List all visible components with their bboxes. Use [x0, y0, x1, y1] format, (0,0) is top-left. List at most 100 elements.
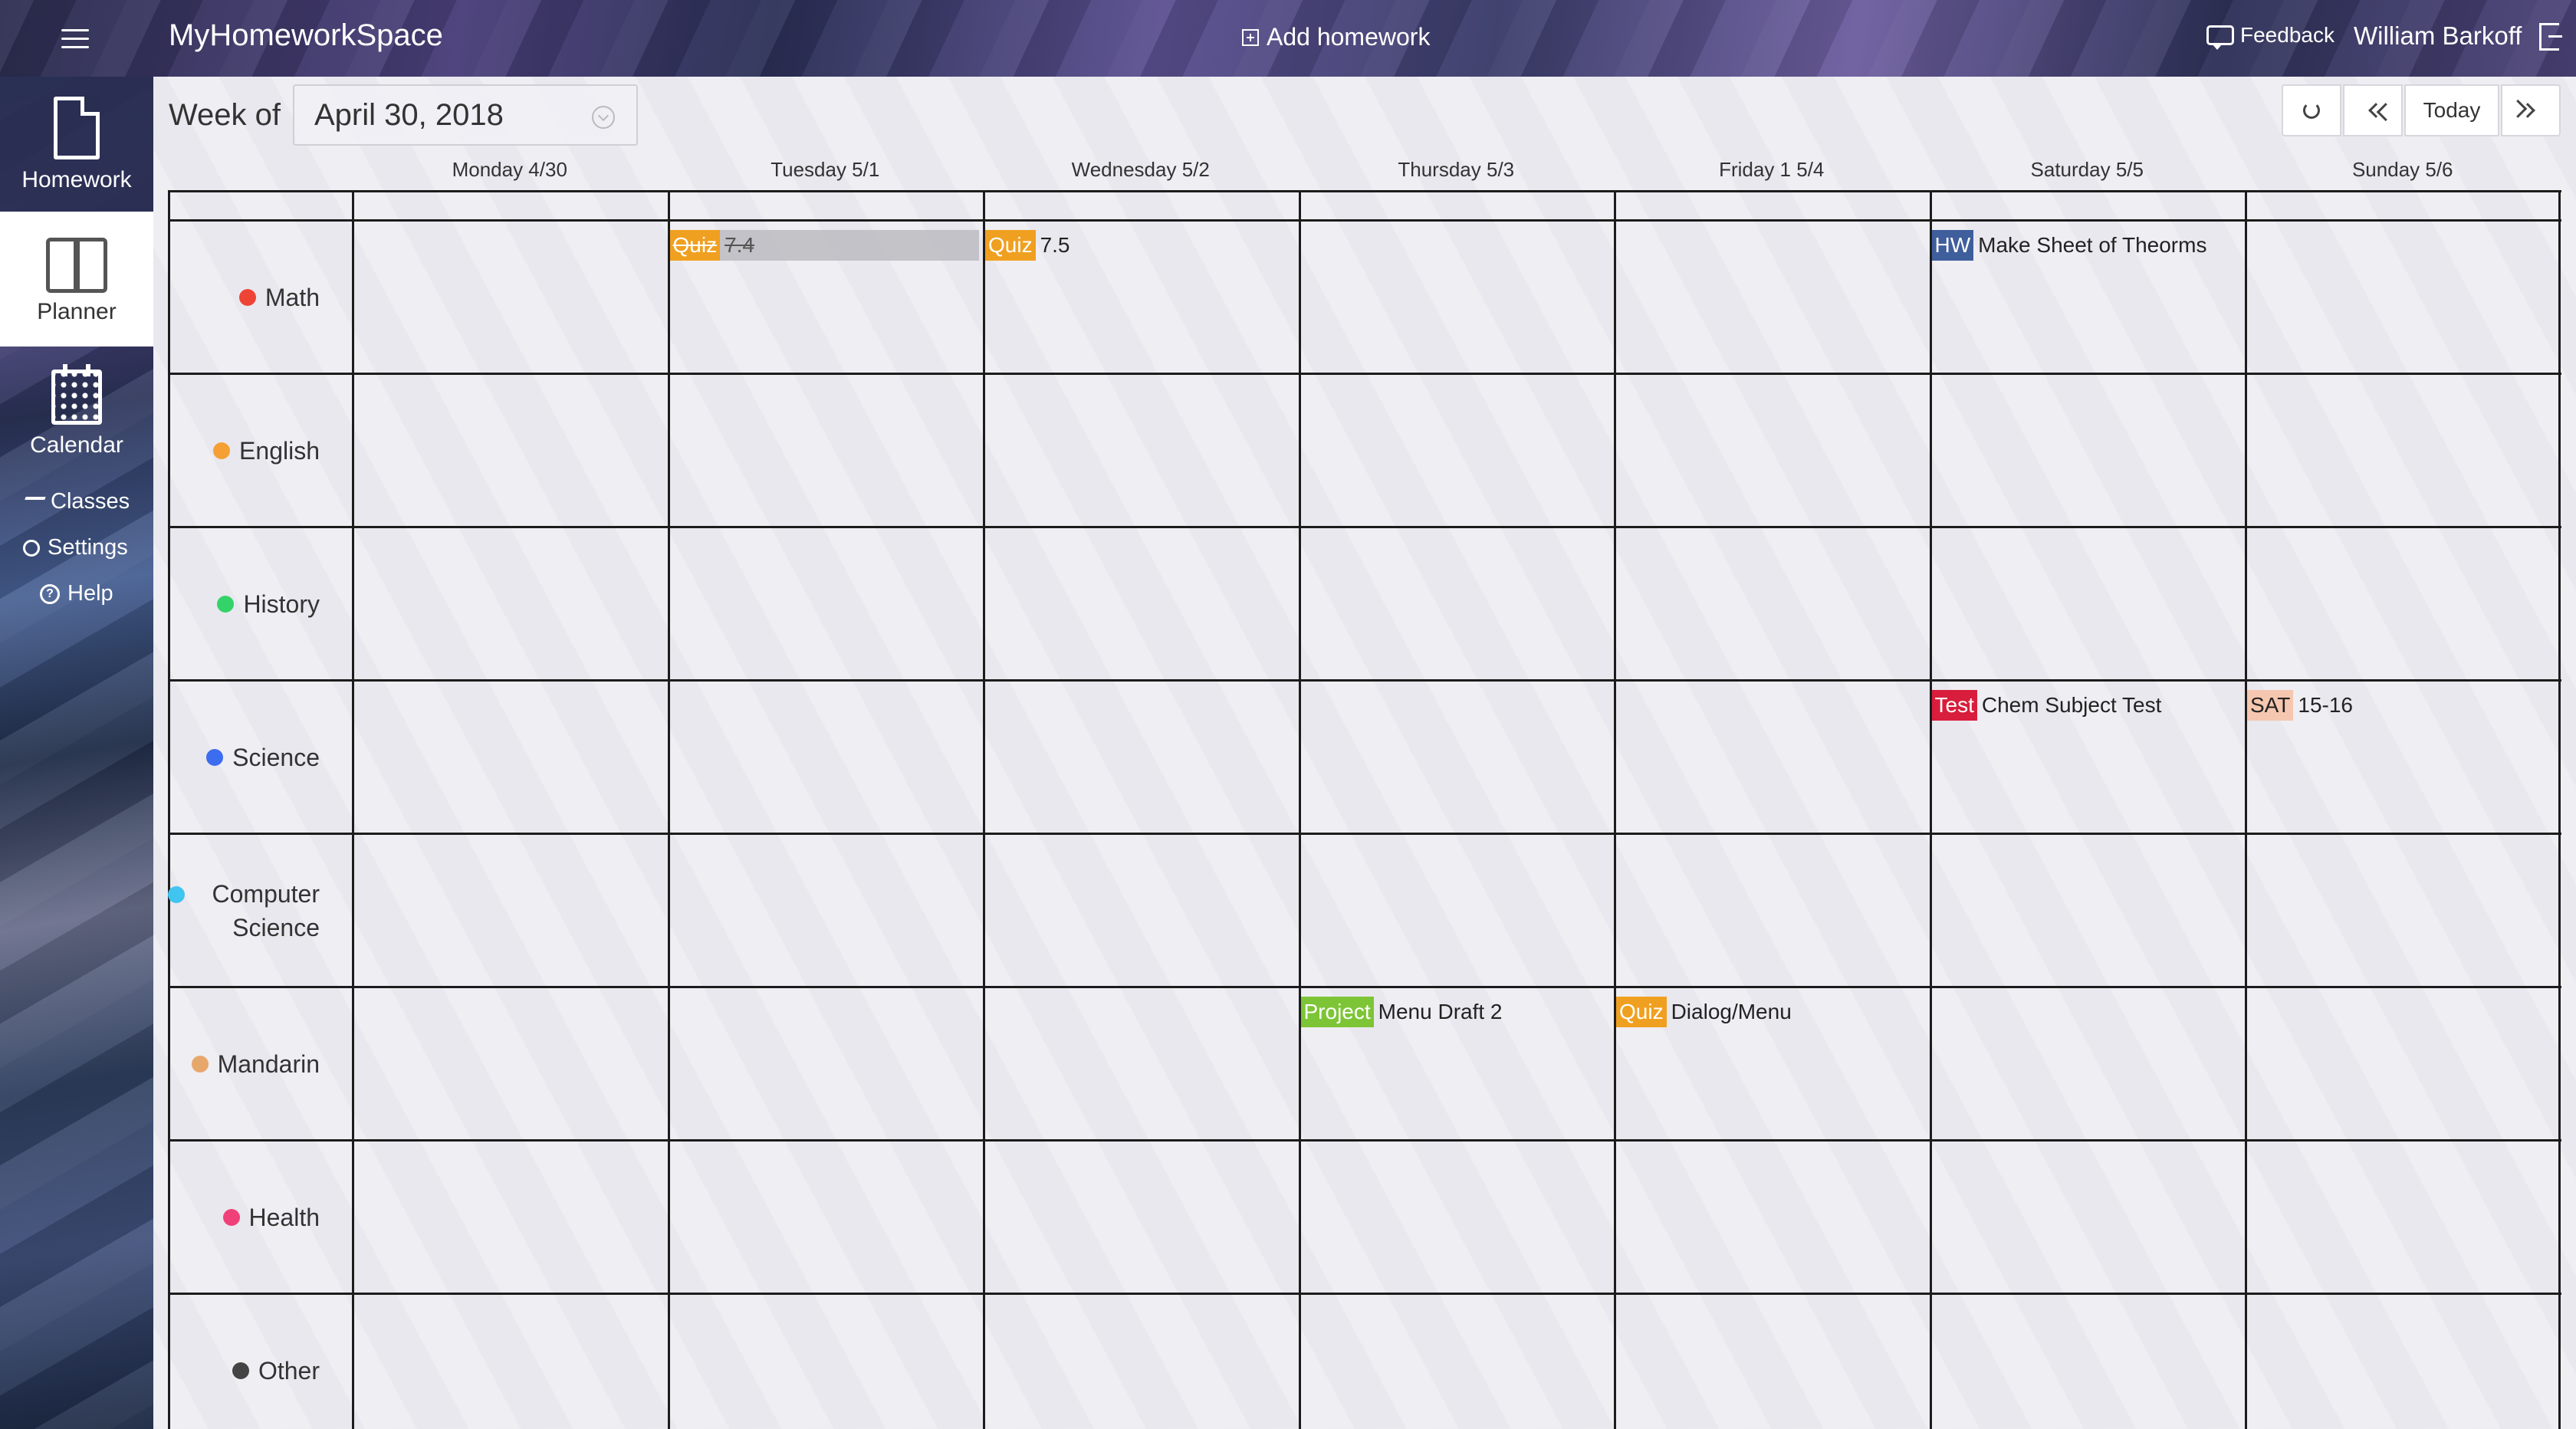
homework-item[interactable]: Project Menu Draft 2: [1300, 997, 1611, 1027]
book-icon: [46, 238, 107, 293]
plus-square-icon: [1242, 28, 1259, 46]
class-color-dot: [213, 442, 231, 459]
class-row-label: English: [168, 374, 337, 527]
homework-type-badge: HW: [1931, 230, 1974, 261]
class-name: History: [243, 590, 320, 618]
sidebar: Homework Planner Calendar Classes Settin…: [0, 77, 153, 1429]
class-name: Other: [258, 1357, 320, 1385]
homework-title: Chem Subject Test: [1981, 693, 2162, 717]
previous-week-button[interactable]: [2343, 84, 2403, 136]
homework-type-badge: Project: [1300, 997, 1374, 1027]
sidebar-item-label: Homework: [21, 167, 132, 192]
week-select[interactable]: April 30, 2018: [293, 84, 638, 146]
homework-item[interactable]: HW Make Sheet of Theorms: [1931, 230, 2242, 261]
today-button[interactable]: Today: [2404, 84, 2499, 136]
day-header: Thursday 5/3: [1398, 158, 1515, 181]
feedback-button[interactable]: Feedback: [2206, 23, 2334, 50]
class-row-label: Computer Science: [168, 834, 337, 987]
day-header: Saturday 5/5: [2030, 158, 2144, 181]
sidebar-item-label: Classes: [51, 489, 130, 514]
document-icon: [54, 97, 100, 159]
grid-line: [168, 986, 2561, 988]
class-name: Computer Science: [212, 880, 320, 941]
class-row-label: Mandarin: [168, 987, 337, 1141]
sidebar-item-calendar[interactable]: Calendar: [0, 347, 153, 481]
sidebar-item-homework[interactable]: Homework: [0, 77, 153, 212]
homework-title: Dialog/Menu: [1671, 1000, 1792, 1023]
class-row-label: Science: [168, 681, 337, 834]
class-name: Science: [232, 744, 320, 771]
class-row-label: Other: [168, 1294, 337, 1429]
logout-icon[interactable]: [2539, 23, 2562, 51]
double-chevron-left-icon: [2368, 103, 2384, 118]
homework-title: Make Sheet of Theorms: [1978, 233, 2207, 257]
gear-icon: [23, 539, 40, 557]
grid-line: [168, 1293, 2561, 1295]
day-header: Wednesday 5/2: [1071, 158, 1210, 181]
homework-type-badge: Quiz: [669, 230, 721, 261]
class-color-dot: [206, 749, 224, 766]
next-week-button[interactable]: [2501, 84, 2561, 136]
homework-title: Menu Draft 2: [1378, 1000, 1503, 1023]
class-color-dot: [232, 1362, 249, 1379]
sidebar-item-label: Planner: [37, 299, 117, 324]
homework-type-badge: SAT: [2247, 690, 2294, 721]
grid-line: [168, 833, 2561, 835]
week-select-value: April 30, 2018: [314, 97, 504, 132]
refresh-button[interactable]: [2282, 84, 2341, 136]
class-color-dot: [217, 596, 235, 613]
day-header: Tuesday 5/1: [770, 158, 880, 181]
class-row-label: Math: [168, 221, 337, 374]
homework-item[interactable]: Test Chem Subject Test: [1931, 690, 2242, 721]
grid-line: [168, 190, 2561, 192]
grid-line: [168, 526, 2561, 528]
homework-title: 15-16: [2298, 693, 2354, 717]
help-circle-icon: ?: [40, 583, 60, 604]
homework-title: 7.5: [1040, 233, 1070, 257]
class-color-dot: [191, 1056, 209, 1073]
class-color-dot: [222, 1209, 240, 1226]
hamburger-menu-icon[interactable]: [60, 23, 90, 54]
class-color-dot: [168, 886, 185, 903]
grid-line: [2245, 190, 2247, 1429]
grid-line: [667, 190, 670, 1429]
grid-line: [2558, 190, 2561, 1429]
grid-line: [983, 190, 985, 1429]
class-name: English: [239, 437, 320, 465]
grid-line: [1929, 190, 1932, 1429]
graduation-cap-icon: [20, 496, 46, 512]
grid-line: [168, 373, 2561, 375]
homework-item[interactable]: SAT 15-16: [2247, 690, 2557, 721]
calendar-grid: Monday 4/30 Tuesday 5/1 Wednesday 5/2 Thurs…: [168, 153, 2561, 1429]
grid-line: [168, 1139, 2561, 1142]
homework-item[interactable]: Quiz 7.5: [985, 230, 1295, 261]
top-bar: MyHomeworkSpace Add homework Feedback Wi…: [0, 0, 2576, 77]
app-title[interactable]: MyHomeworkSpace: [169, 18, 443, 53]
day-header: Friday 1 5/4: [1719, 158, 1825, 181]
user-name[interactable]: William Barkoff: [2354, 21, 2522, 51]
grid-line: [168, 219, 2561, 222]
sidebar-item-classes[interactable]: Classes: [20, 489, 130, 514]
grid-line: [352, 190, 354, 1429]
grid-line: [1614, 190, 1616, 1429]
homework-type-badge: Test: [1931, 690, 1977, 721]
day-header: Monday 4/30: [452, 158, 567, 181]
add-homework-button[interactable]: Add homework: [1242, 23, 1430, 51]
sidebar-item-settings[interactable]: Settings: [23, 535, 128, 560]
homework-type-badge: Quiz: [985, 230, 1036, 261]
sidebar-item-help[interactable]: ? Help: [40, 581, 113, 606]
calendar-icon: [51, 364, 102, 425]
class-name: Mandarin: [217, 1050, 320, 1078]
sidebar-item-label: Settings: [48, 535, 128, 560]
week-of-label: Week of: [169, 98, 281, 132]
sidebar-item-label: Help: [67, 581, 113, 606]
sidebar-item-planner[interactable]: Planner: [0, 212, 153, 347]
homework-item[interactable]: Quiz 7.4: [669, 230, 979, 261]
grid-line: [168, 679, 2561, 682]
refresh-icon: [2303, 102, 2320, 119]
class-row-label: Health: [168, 1141, 337, 1294]
homework-item[interactable]: Quiz Dialog/Menu: [1616, 997, 1926, 1027]
homework-type-badge: Quiz: [1616, 997, 1667, 1027]
chevron-down-icon: [592, 106, 615, 129]
day-header: Sunday 5/6: [2351, 158, 2453, 181]
